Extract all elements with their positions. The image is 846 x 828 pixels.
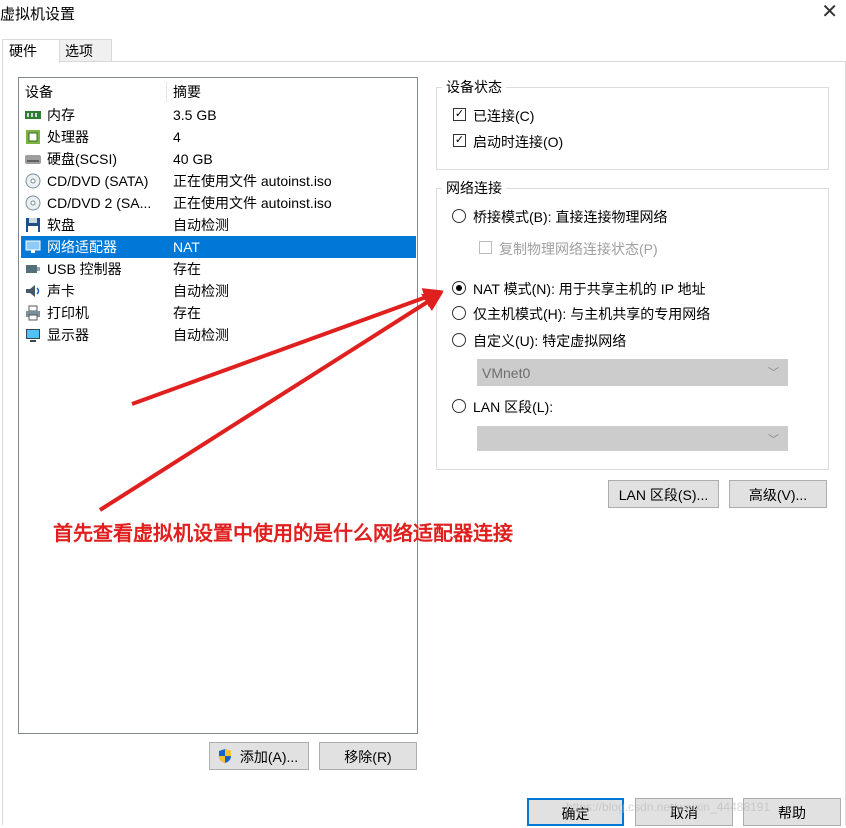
tab-hardware[interactable]: 硬件 bbox=[2, 39, 60, 63]
annotation-text: 首先查看虚拟机设置中使用的是什么网络适配器连接 bbox=[53, 523, 513, 545]
annotation-arrows bbox=[98, 288, 444, 512]
arrow-from-annotation bbox=[98, 291, 444, 512]
arrow-to-nat-mode bbox=[131, 288, 444, 406]
watermark: https://blog.csdn.net/weixin_44488191 bbox=[566, 800, 771, 814]
